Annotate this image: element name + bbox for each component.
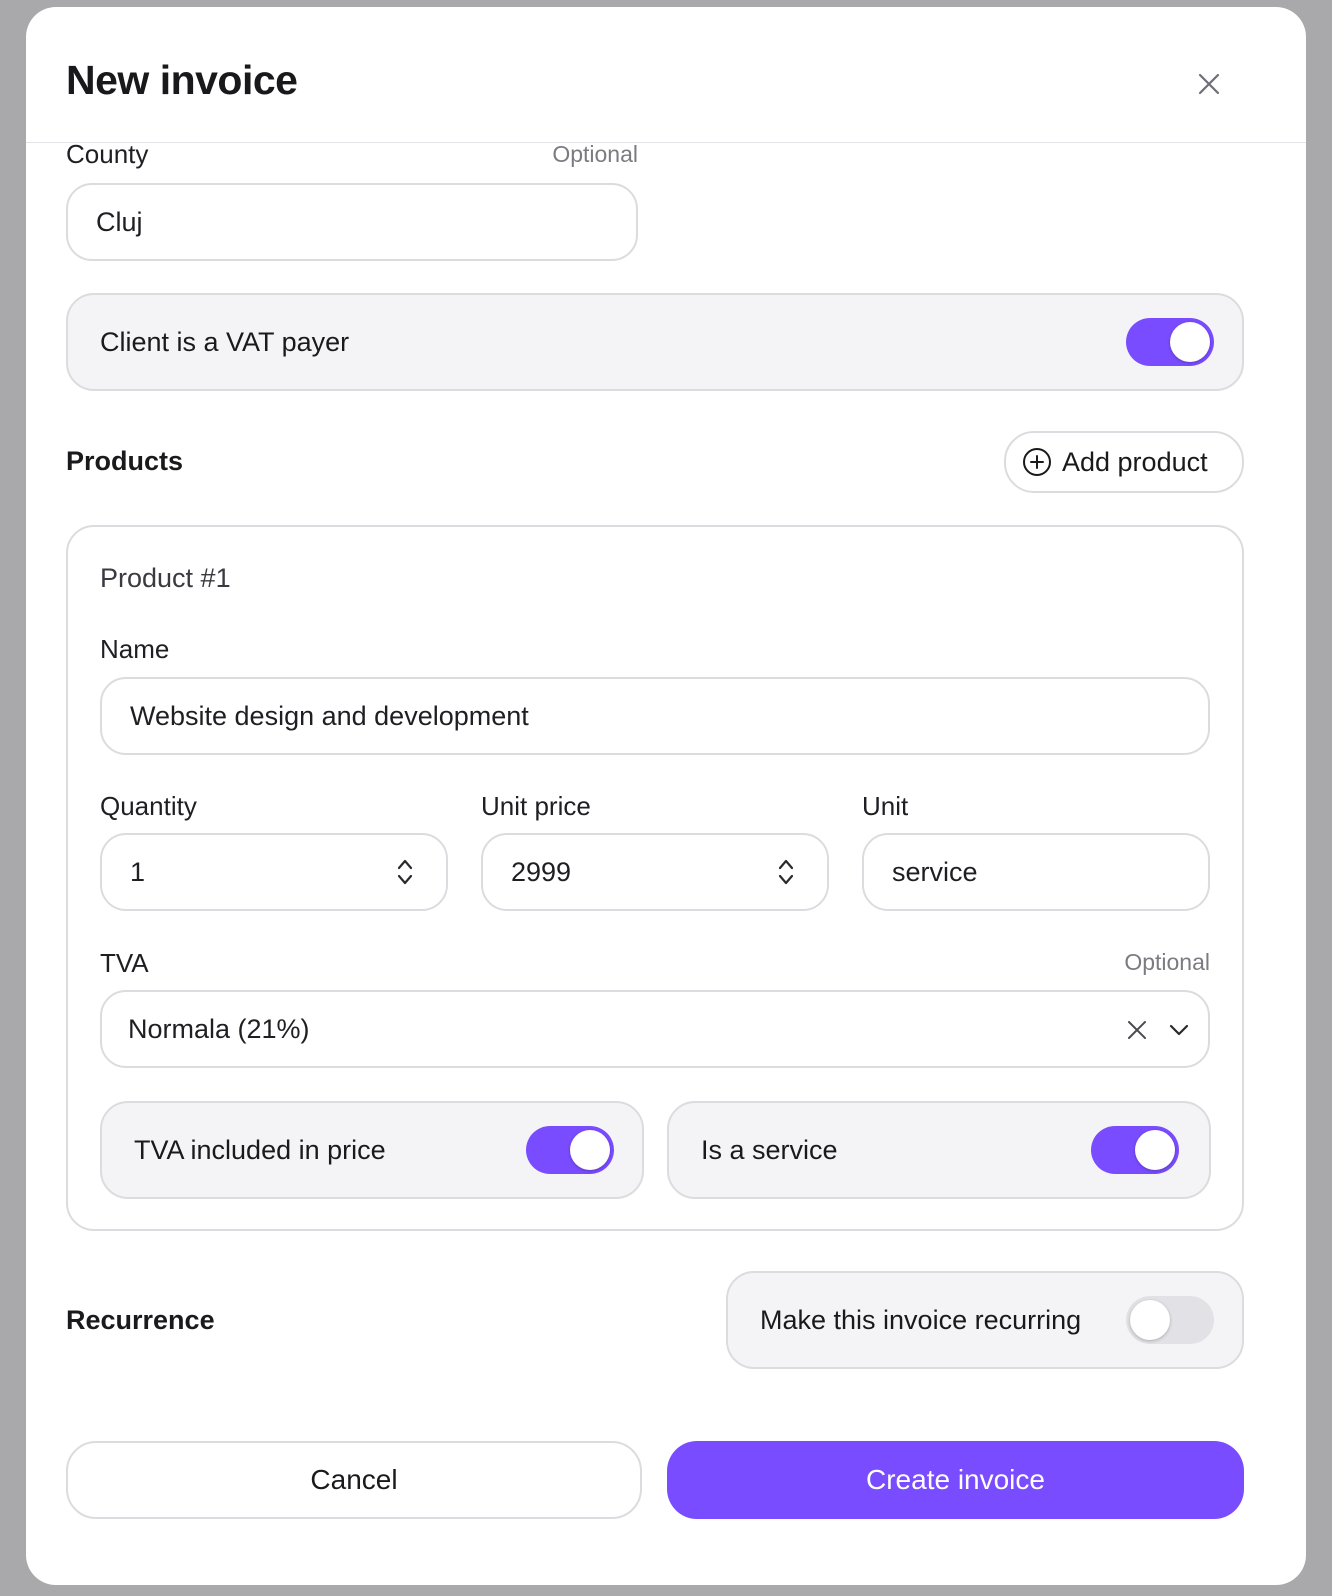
create-invoice-label: Create invoice	[866, 1464, 1045, 1495]
unit-label: Unit	[862, 791, 909, 821]
unit-price-value: 2999	[511, 856, 572, 887]
toggle-knob	[570, 1130, 610, 1170]
new-invoice-modal: New invoice County Optional Cluj Client …	[26, 7, 1306, 1585]
vat-payer-label: Client is a VAT payer	[100, 326, 350, 357]
clear-icon	[1128, 1021, 1146, 1039]
tva-included-toggle[interactable]	[526, 1126, 614, 1174]
chevron-down-icon	[1169, 1024, 1189, 1036]
county-optional-label: Optional	[552, 141, 638, 167]
close-icon	[1198, 73, 1220, 95]
recurrence-title: Recurrence	[66, 1305, 215, 1335]
quantity-label: Quantity	[100, 791, 197, 821]
toggle-knob	[1135, 1130, 1175, 1170]
add-product-button[interactable]: Add product	[1004, 431, 1244, 493]
is-service-toggle[interactable]	[1091, 1126, 1179, 1174]
cancel-label: Cancel	[310, 1464, 398, 1495]
vat-payer-panel: Client is a VAT payer	[66, 293, 1244, 391]
recurring-label: Make this invoice recurring	[760, 1304, 1082, 1335]
toggle-knob	[1170, 322, 1210, 362]
tva-optional-label: Optional	[1124, 949, 1210, 975]
unit-price-label: Unit price	[481, 791, 591, 821]
recurring-panel: Make this invoice recurring	[726, 1271, 1244, 1369]
unit-input[interactable]: service	[862, 833, 1210, 911]
county-input-value: Cluj	[96, 206, 143, 237]
tva-select[interactable]: Normala (21%)	[100, 990, 1210, 1068]
stepper-arrows-icon	[778, 859, 794, 885]
add-product-label: Add product	[1062, 446, 1208, 477]
unit-price-stepper[interactable]	[771, 854, 801, 890]
unit-value: service	[892, 856, 978, 887]
vat-payer-toggle[interactable]	[1126, 318, 1214, 366]
modal-header: New invoice	[26, 7, 1306, 143]
quantity-input[interactable]: 1	[100, 833, 448, 911]
tva-label: TVA	[100, 948, 149, 978]
plus-circle-icon	[1023, 448, 1051, 476]
create-invoice-button[interactable]: Create invoice	[667, 1441, 1244, 1519]
toggle-knob	[1130, 1300, 1170, 1340]
county-input[interactable]: Cluj	[66, 183, 638, 261]
stepper-arrows-icon	[397, 859, 413, 885]
quantity-value: 1	[130, 856, 146, 887]
product-heading: Product #1	[100, 563, 231, 593]
is-service-label: Is a service	[701, 1134, 838, 1165]
cancel-button[interactable]: Cancel	[66, 1441, 642, 1519]
product-name-input[interactable]: Website design and development	[100, 677, 1210, 755]
product-name-label: Name	[100, 634, 170, 664]
modal-title: New invoice	[66, 57, 298, 103]
tva-clear-button[interactable]	[1124, 1017, 1150, 1043]
county-label: County	[66, 139, 149, 169]
unit-price-input[interactable]: 2999	[481, 833, 829, 911]
product-name-value: Website design and development	[130, 700, 529, 731]
close-button[interactable]	[1188, 63, 1230, 105]
tva-included-label: TVA included in price	[134, 1134, 386, 1165]
recurring-toggle[interactable]	[1126, 1296, 1214, 1344]
quantity-stepper[interactable]	[390, 854, 420, 890]
is-service-panel: Is a service	[667, 1101, 1211, 1199]
tva-dropdown-button[interactable]	[1166, 1017, 1192, 1043]
products-title: Products	[66, 446, 184, 476]
tva-included-panel: TVA included in price	[100, 1101, 644, 1199]
tva-select-value: Normala (21%)	[128, 1013, 310, 1044]
